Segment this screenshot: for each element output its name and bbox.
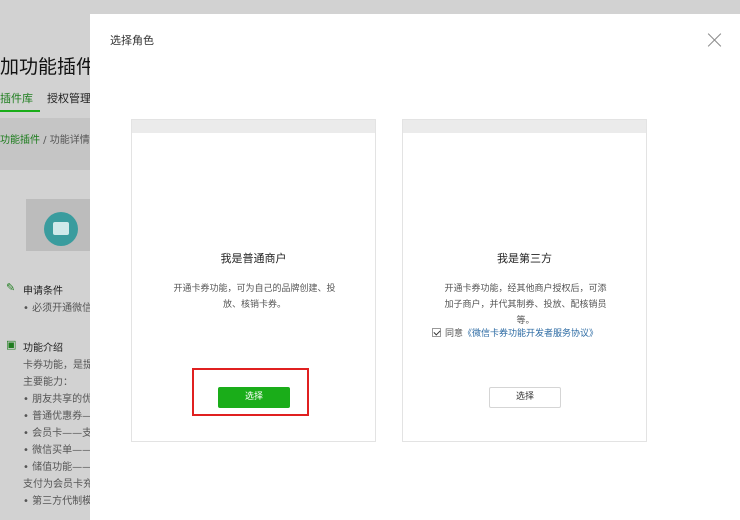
close-icon[interactable] — [707, 32, 723, 48]
card-header — [403, 120, 646, 133]
intro-line: • 会员卡——支 — [23, 428, 93, 439]
agreement-prefix: 同意 — [445, 329, 464, 339]
tab-auth-management[interactable]: 授权管理 — [47, 90, 91, 106]
dialog-title: 选择角色 — [110, 34, 154, 47]
breadcrumb-link[interactable]: 功能插件 — [0, 135, 40, 146]
page-title: 加功能插件 — [0, 56, 96, 78]
intro-heading: 功能介绍 — [23, 343, 63, 354]
role-description: 开通卡券功能，可为自己的品牌创建、投放、核销卡券。 — [173, 284, 336, 310]
select-third-party-button[interactable]: 选择 — [489, 387, 561, 408]
card-glyph-icon — [53, 222, 69, 235]
tab-plugin-library[interactable]: 插件库 — [0, 90, 33, 106]
intro-line: 卡券功能，是提 — [23, 360, 93, 371]
intro-line: • 第三方代制模 — [23, 496, 93, 507]
breadcrumb-separator: / — [40, 135, 50, 146]
breadcrumb-current: 功能详情 — [49, 135, 90, 146]
intro-line: 支付为会员卡充 — [23, 479, 93, 490]
breadcrumb: 功能插件 / 功能详情 — [0, 131, 90, 146]
intro-line: • 微信买单—— — [23, 445, 93, 456]
role-title: 我是普通商户 — [220, 252, 287, 265]
intro-line: • 朋友共享的优 — [23, 394, 93, 405]
card-header — [132, 120, 375, 133]
intro-line: • 普通优惠券— — [23, 411, 93, 422]
agreement-link[interactable]: 《微信卡券功能开发者服务协议》 — [463, 326, 598, 339]
role-description: 开通卡券功能，经其他商户授权后，可添加子商户，并代其制券、投放、配核销员等。 — [444, 284, 607, 326]
select-merchant-button[interactable]: 选择 — [218, 387, 290, 408]
agreement-row: 同意 《微信卡券功能开发者服务协议》 — [432, 326, 598, 339]
intro-line: 主要能力： — [23, 377, 73, 388]
document-icon: ▣ — [6, 338, 17, 351]
page-tabs: 插件库 授权管理 — [0, 90, 91, 106]
apply-heading: 申请条件 — [23, 286, 63, 297]
role-select-dialog: 选择角色 我是普通商户 开通卡券功能，可为自己的品牌创建、投放、核销卡券。 我是… — [90, 14, 740, 520]
apply-item: • 必须开通微信 — [23, 303, 93, 314]
tab-active-underline — [0, 110, 40, 112]
pencil-icon: ✎ — [6, 281, 16, 294]
agreement-checkbox[interactable] — [432, 328, 441, 337]
role-title: 我是第三方 — [497, 252, 552, 265]
intro-line: • 储值功能—— — [23, 462, 93, 473]
